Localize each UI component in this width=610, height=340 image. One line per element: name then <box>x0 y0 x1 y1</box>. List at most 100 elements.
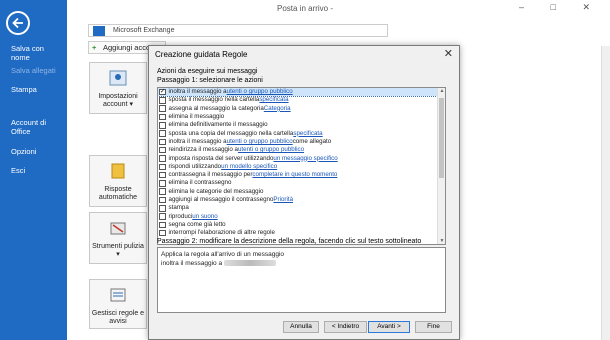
action-text: riproduci <box>168 212 193 220</box>
step1-label: Passaggio 1: selezionare le azioni <box>157 77 263 84</box>
action-row[interactable]: sposta una copia del messaggio nella car… <box>158 129 445 137</box>
scroll-thumb[interactable] <box>439 98 444 178</box>
nav-save-as[interactable]: Salva con nome <box>11 44 61 62</box>
action-row[interactable]: inoltra il messaggio a utenti o gruppo p… <box>158 138 445 146</box>
action-text: elimina le categorie del messaggio <box>168 187 264 195</box>
nav-office-account[interactable]: Account di Office <box>11 118 57 136</box>
page-scrollbar[interactable] <box>601 46 610 340</box>
action-row[interactable]: contrassegna il messaggio per completare… <box>158 171 445 179</box>
description-line2-text: inoltra il messaggio a <box>161 259 224 267</box>
action-checkbox[interactable] <box>159 88 166 96</box>
action-row[interactable]: elimina il contrassegno <box>158 179 445 187</box>
action-row[interactable]: rispondi utilizzando un modello specific… <box>158 163 445 171</box>
action-checkbox[interactable] <box>159 188 166 195</box>
action-link[interactable]: un modello specifico <box>221 163 277 171</box>
nav-options[interactable]: Opzioni <box>11 147 36 156</box>
step2-label: Passaggio 2: modificare la descrizione d… <box>157 238 422 245</box>
rules-wizard-dialog: Creazione guidata Regole ✕ Azioni da ese… <box>148 45 460 340</box>
account-settings-label: Impostazioni account ▾ <box>98 93 138 108</box>
action-link[interactable]: Categoria <box>264 105 291 113</box>
nav-exit[interactable]: Esci <box>11 166 25 175</box>
action-checkbox[interactable] <box>159 180 166 187</box>
manage-rules-icon <box>110 288 126 302</box>
back-step-button[interactable]: < Indietro <box>324 321 367 333</box>
description-line2: inoltra il messaggio a <box>161 260 442 269</box>
dialog-title: Creazione guidata Regole <box>155 50 248 59</box>
action-checkbox[interactable] <box>159 113 166 121</box>
action-text: elimina il messaggio <box>168 113 225 121</box>
action-link[interactable]: completare in questo momento <box>252 171 337 179</box>
action-row[interactable]: reindirizza il messaggio a utenti o grup… <box>158 146 445 154</box>
manage-rules-label: Gestisci regole e avvisi <box>91 310 145 325</box>
action-row[interactable]: segna come già letto <box>158 221 445 229</box>
action-checkbox[interactable] <box>159 97 166 104</box>
action-text: aggiungi al messaggio il contrassegno <box>168 196 274 203</box>
account-selector[interactable]: Microsoft Exchange <box>88 24 388 37</box>
action-checkbox[interactable] <box>159 205 166 212</box>
action-text: sposta una copia del messaggio nella car… <box>168 129 294 137</box>
account-settings-tile[interactable]: Impostazioni account ▾ <box>89 62 147 114</box>
action-row[interactable]: sposta il messaggio nella cartella speci… <box>158 96 445 104</box>
action-link[interactable]: un messaggio specifico <box>273 155 337 163</box>
action-text: imposta risposta del server utilizzando <box>168 154 274 162</box>
cleanup-tools-icon <box>110 222 126 235</box>
nav-save-attachments: Salva allegati <box>11 66 56 75</box>
scroll-down-icon[interactable]: ▼ <box>438 238 445 244</box>
auto-replies-label: Risposte automatiche <box>98 186 138 201</box>
action-checkbox[interactable] <box>159 213 166 220</box>
action-link[interactable]: Priorità <box>273 196 293 204</box>
finish-button[interactable]: Fine <box>415 321 452 333</box>
actions-list[interactable]: inoltra il messaggio a utenti o gruppo p… <box>157 87 446 245</box>
action-text: contrassegna il messaggio per <box>168 171 253 179</box>
action-checkbox[interactable] <box>159 171 166 179</box>
manage-rules-tile[interactable]: Gestisci regole e avvisi <box>89 279 147 329</box>
action-row[interactable]: interrompi l'elaborazione di altre regol… <box>158 229 445 237</box>
next-button[interactable]: Avanti > <box>368 321 410 333</box>
action-text: elimina il contrassegno <box>168 179 232 187</box>
dialog-heading: Azioni da eseguire sui messaggi <box>157 68 258 75</box>
window-controls[interactable]: – □ ✕ <box>519 2 602 13</box>
action-checkbox[interactable] <box>159 163 166 171</box>
action-row[interactable]: imposta risposta del server utilizzando … <box>158 154 445 162</box>
action-link[interactable]: specificata <box>293 130 322 138</box>
action-checkbox[interactable] <box>159 105 166 112</box>
nav-print[interactable]: Stampa <box>11 85 37 94</box>
cancel-button[interactable]: Annulla <box>283 321 319 333</box>
action-row[interactable]: stampa <box>158 204 445 212</box>
cleanup-tools-tile[interactable]: Strumenti pulizia ▾ <box>89 212 147 264</box>
action-row[interactable]: elimina le categorie del messaggio <box>158 188 445 196</box>
action-row[interactable]: elimina il messaggio <box>158 113 445 121</box>
scroll-up-icon[interactable]: ▲ <box>438 88 445 94</box>
action-text: interrompi l'elaborazione di altre regol… <box>168 229 275 237</box>
description-line1: Applica la regola all'arrivo di un messa… <box>161 251 285 258</box>
auto-replies-tile[interactable]: Risposte automatiche <box>89 155 147 207</box>
action-checkbox[interactable] <box>159 130 166 137</box>
rule-description-box[interactable]: Applica la regola all'arrivo di un messa… <box>157 247 446 313</box>
action-checkbox[interactable] <box>159 146 166 154</box>
actions-list-scrollbar[interactable]: ▲ ▼ <box>437 88 445 244</box>
action-row[interactable]: aggiungi al messaggio il contrassegno Pr… <box>158 196 445 204</box>
action-row[interactable]: elimina definitivamente il messaggio <box>158 121 445 129</box>
redacted-recipient[interactable] <box>223 259 276 266</box>
action-link[interactable]: specificata <box>259 96 288 104</box>
action-checkbox[interactable] <box>159 196 166 204</box>
action-link[interactable]: utenti o gruppo pubblico <box>227 88 293 96</box>
action-row[interactable]: assegna al messaggio la categoria Catego… <box>158 105 445 113</box>
close-icon[interactable]: ✕ <box>444 47 453 60</box>
action-link[interactable]: utenti o gruppo pubblico <box>238 146 304 154</box>
back-arrow-icon <box>12 17 23 29</box>
back-button[interactable] <box>6 11 30 35</box>
action-text: segna come già letto <box>168 220 226 228</box>
action-checkbox[interactable] <box>159 122 166 129</box>
action-link[interactable]: utenti o gruppo pubblico <box>227 138 293 146</box>
action-checkbox[interactable] <box>159 138 166 146</box>
action-row[interactable]: inoltra il messaggio a utenti o gruppo p… <box>158 88 445 98</box>
action-checkbox[interactable] <box>159 221 166 229</box>
plus-icon: + <box>92 43 97 52</box>
action-checkbox[interactable] <box>159 155 166 162</box>
action-text: elimina definitivamente il messaggio <box>168 121 268 129</box>
action-link[interactable]: un suono <box>192 213 217 221</box>
action-text: assegna al messaggio la categoria <box>168 104 264 112</box>
action-checkbox[interactable] <box>159 229 166 237</box>
action-row[interactable]: riproduci un suono <box>158 212 445 220</box>
